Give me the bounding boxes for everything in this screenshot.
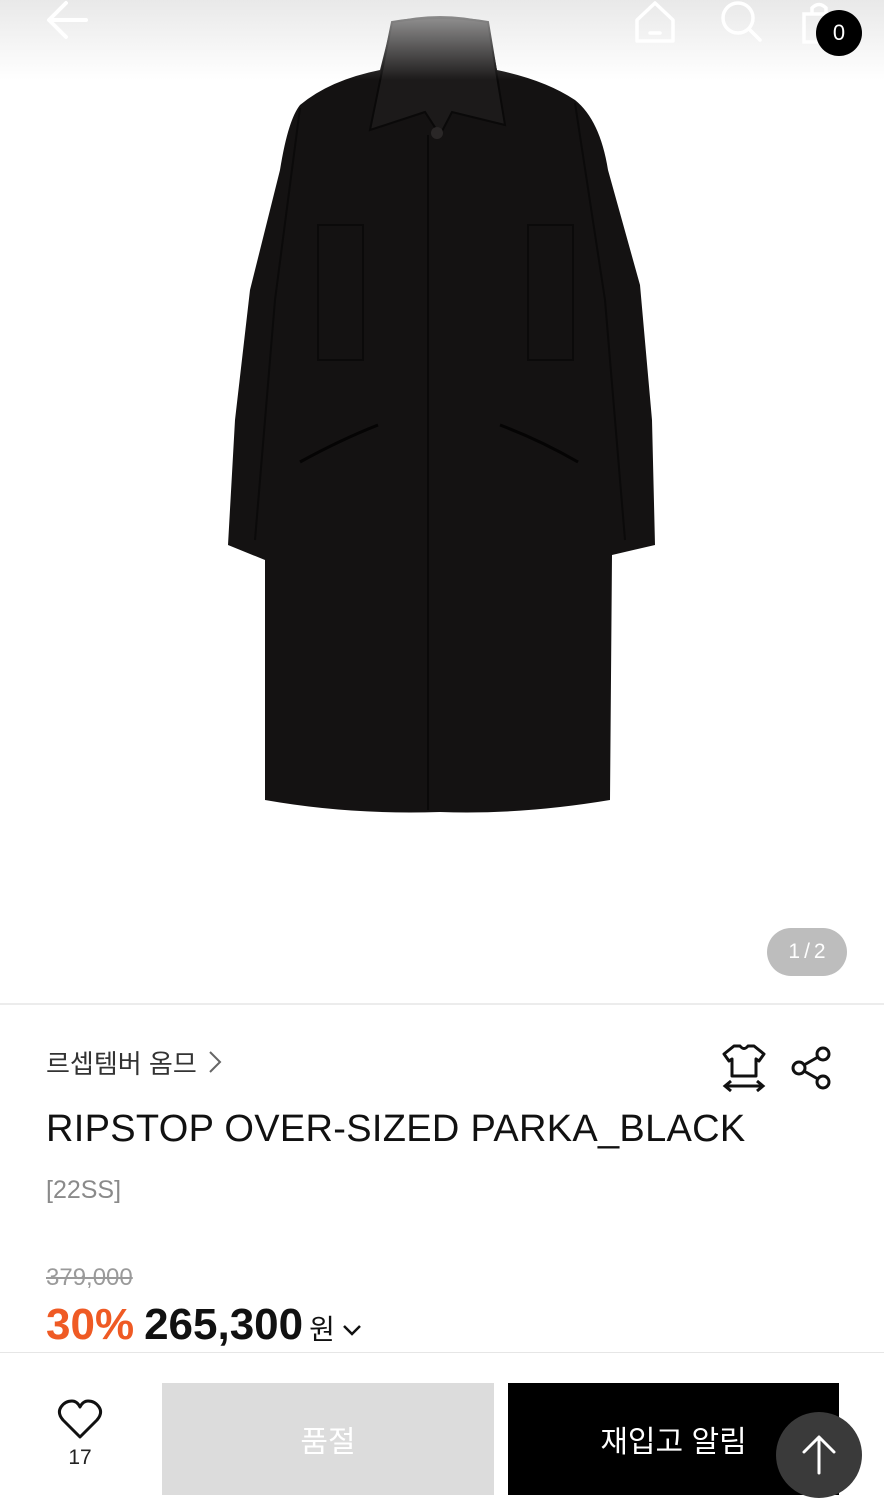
scroll-to-top-button[interactable] bbox=[776, 1412, 862, 1498]
home-icon bbox=[635, 1, 675, 43]
image-pager-indicator: 1 / 2 bbox=[767, 928, 847, 976]
top-nav-bar: 0 bbox=[0, 0, 884, 64]
pager-total: 2 bbox=[813, 940, 826, 963]
pager-current: 1 bbox=[788, 940, 801, 963]
chevron-right-icon bbox=[209, 1051, 222, 1073]
brand-link[interactable]: 르셉템버 옴므 bbox=[46, 1042, 223, 1082]
product-image-gallery[interactable] bbox=[0, 0, 884, 1003]
share-icon[interactable] bbox=[790, 1046, 834, 1090]
product-image bbox=[228, 16, 655, 813]
arrow-up-icon bbox=[802, 1435, 836, 1475]
product-season: [22SS] bbox=[46, 1176, 122, 1204]
product-title: RIPSTOP OVER-SIZED PARKA_BLACK bbox=[46, 1108, 746, 1150]
like-count: 17 bbox=[68, 1446, 92, 1469]
sale-price: 265,300 bbox=[144, 1300, 304, 1349]
currency-unit: 원 bbox=[309, 1314, 335, 1345]
pager-separator: / bbox=[804, 940, 810, 963]
size-guide-icon[interactable] bbox=[720, 1042, 768, 1094]
like-button[interactable]: 17 bbox=[40, 1398, 120, 1484]
brand-name: 르셉템버 옴므 bbox=[46, 1048, 197, 1079]
cart-count-badge: 0 bbox=[816, 10, 862, 56]
price-row[interactable]: 30% 265,300 원 bbox=[46, 1300, 363, 1354]
home-button[interactable] bbox=[628, 0, 682, 44]
soldout-button[interactable]: 품절 bbox=[162, 1383, 494, 1495]
section-divider bbox=[0, 1003, 884, 1005]
search-icon bbox=[721, 1, 762, 42]
heart-icon bbox=[57, 1399, 103, 1439]
arrow-left-icon bbox=[47, 1, 88, 39]
chevron-down-icon bbox=[343, 1325, 361, 1336]
original-price: 379,000 bbox=[46, 1264, 133, 1291]
back-button[interactable] bbox=[40, 0, 94, 40]
search-button[interactable] bbox=[714, 0, 768, 44]
discount-rate: 30% bbox=[46, 1300, 135, 1349]
